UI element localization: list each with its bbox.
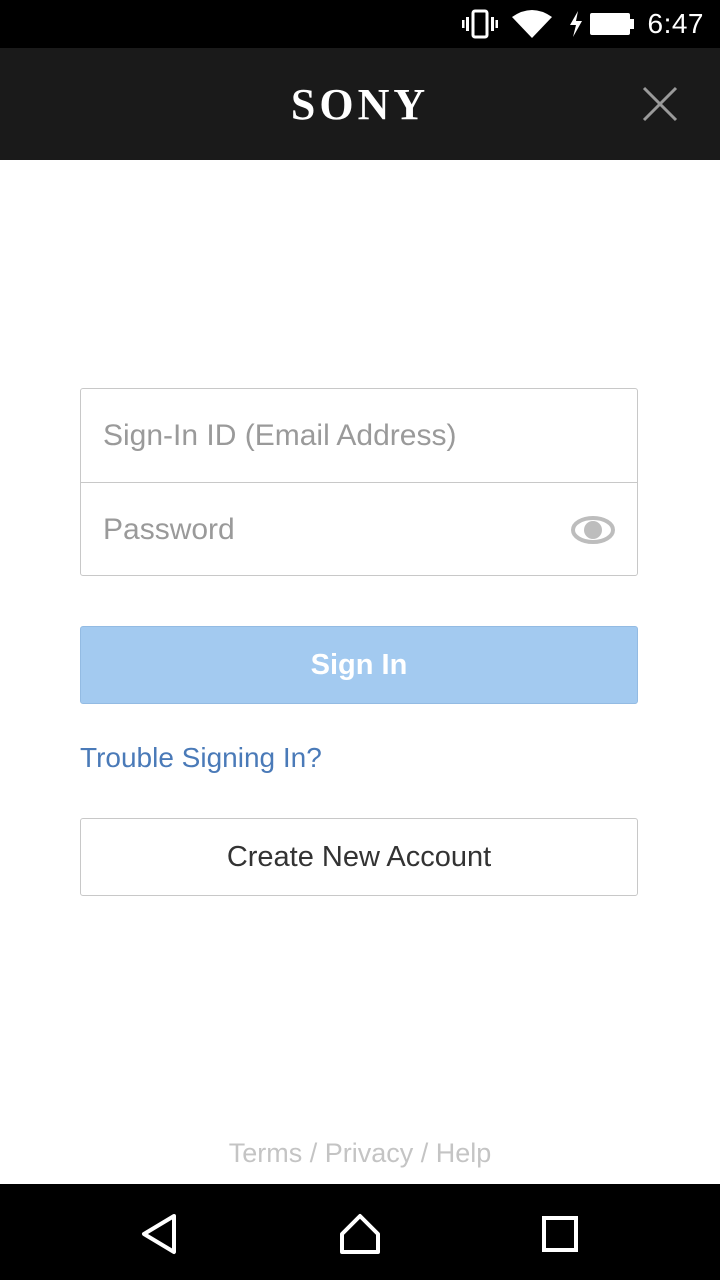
password-field-container <box>81 483 637 577</box>
home-button[interactable] <box>338 1212 382 1256</box>
eye-icon <box>571 516 615 544</box>
brand-logo: SONY <box>290 79 430 129</box>
battery-charging-icon <box>568 11 634 37</box>
close-icon <box>642 86 678 122</box>
show-password-button[interactable] <box>571 510 615 550</box>
recents-button[interactable] <box>538 1212 582 1256</box>
home-icon <box>340 1214 380 1254</box>
footer-separator: / <box>413 1138 436 1168</box>
close-button[interactable] <box>640 84 680 124</box>
footer-links: Terms / Privacy / Help <box>0 1138 720 1169</box>
help-link[interactable]: Help <box>436 1138 492 1168</box>
footer-separator: / <box>302 1138 325 1168</box>
recents-icon <box>542 1216 578 1252</box>
status-icons: 6:47 <box>461 0 705 48</box>
back-button[interactable] <box>138 1212 182 1256</box>
password-field[interactable] <box>81 483 637 577</box>
wifi-icon <box>511 9 552 39</box>
privacy-link[interactable]: Privacy <box>325 1138 414 1168</box>
terms-link[interactable]: Terms <box>229 1138 303 1168</box>
vibrate-icon <box>461 9 498 39</box>
email-field-container <box>81 389 637 483</box>
status-time: 6:47 <box>647 8 704 39</box>
email-field[interactable] <box>81 389 637 482</box>
trouble-signing-in-link[interactable]: Trouble Signing In? <box>80 742 322 774</box>
app-bar: SONY <box>0 48 720 160</box>
back-icon <box>142 1214 176 1254</box>
status-bar: 6:47 <box>0 0 720 48</box>
sign-in-form <box>80 388 638 577</box>
sign-in-button[interactable]: Sign In <box>80 626 638 704</box>
navigation-bar <box>0 1184 720 1280</box>
create-account-button[interactable]: Create New Account <box>80 818 638 896</box>
